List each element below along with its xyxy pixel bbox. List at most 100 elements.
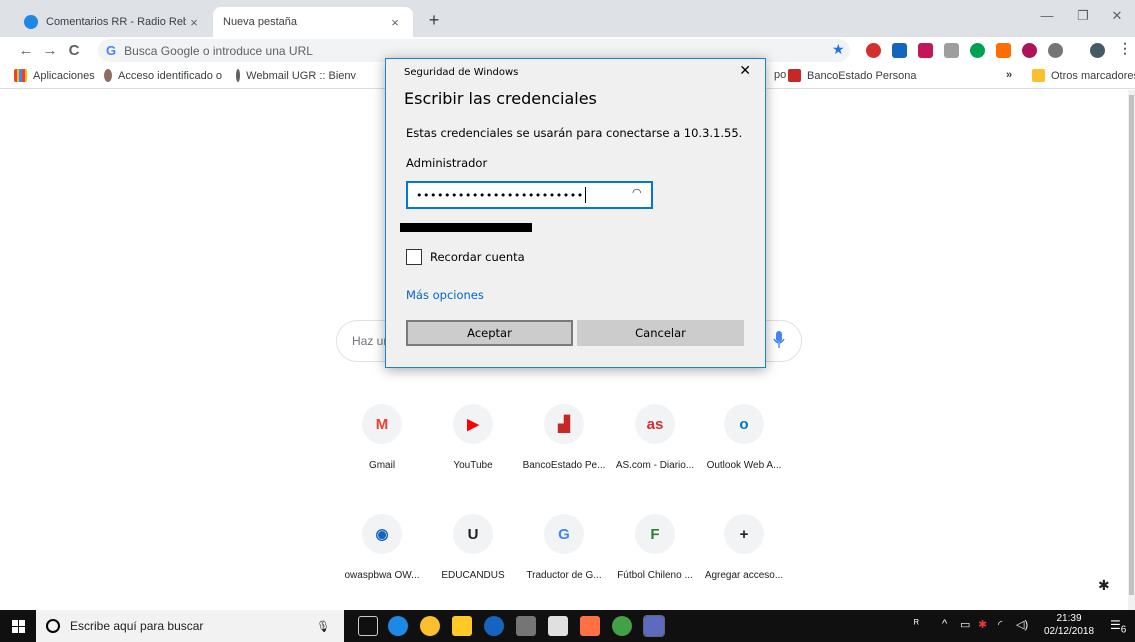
matlab-icon[interactable] [580,616,600,636]
checkbox-box[interactable] [406,249,422,265]
shortcut-tile[interactable]: as AS.com - Diario... [610,404,700,471]
shortcut-tile[interactable]: F Fútbol Chileno ... [610,514,700,581]
clock-date: 02/12/2018 [1043,626,1095,637]
extension-icon[interactable] [1048,43,1063,58]
redaction-bar [400,223,532,232]
shortcut-tile[interactable]: G Traductor de G... [519,514,609,581]
notification-count: 6 [1120,624,1127,636]
adblock-extension-icon[interactable] [866,43,881,58]
shortcut-favicon-icon: as [635,404,675,444]
shortcut-favicon-icon: U [453,514,493,554]
extension-icon[interactable] [1022,43,1037,58]
network-icon[interactable]: ✱ [978,618,987,631]
shortcut-tile[interactable]: + Agregar acceso... [699,514,789,581]
shortcut-label: AS.com - Diario... [615,460,695,471]
shortcut-favicon-icon: ▟ [544,404,584,444]
extension-icon[interactable] [996,43,1011,58]
reload-icon[interactable]: C [64,41,84,61]
new-tab-button[interactable]: + [424,11,444,31]
extension-icon[interactable] [918,43,933,58]
extension-icon[interactable] [892,43,907,58]
bookmark-label: Otros marcadores [1051,69,1135,82]
remember-account-checkbox[interactable]: Recordar cuenta [406,249,525,265]
people-icon[interactable]: ᴿ [914,618,919,630]
shortcut-tile[interactable]: ▶ YouTube [428,404,518,471]
tab-close-icon[interactable]: × [186,15,202,30]
shortcut-tile[interactable]: U EDUCANDUS [428,514,518,581]
wifi-icon[interactable]: ◜ [998,618,1002,631]
shortcut-tile[interactable]: o Outlook Web A... [699,404,789,471]
tab-title: Nueva pestaña [223,16,297,28]
shortcut-tile[interactable]: ▟ BancoEstado Pe... [519,404,609,471]
scrollbar-thumb[interactable] [1129,95,1134,595]
taskbar-clock[interactable]: 21:39 02/12/2018 [1040,612,1098,638]
chrome-icon[interactable] [420,616,440,636]
app-icon[interactable] [516,616,536,636]
app-icon[interactable] [484,616,504,636]
forward-arrow-icon[interactable]: → [40,41,60,61]
folder-icon [1032,69,1045,82]
menu-dots-icon[interactable]: ⋮ [1118,40,1132,57]
dialog-header: Seguridad de Windows [404,67,519,78]
cortana-icon [46,619,60,633]
action-center-icon[interactable]: ☰6 [1110,618,1126,635]
app-icon[interactable] [612,616,632,636]
bookmark-po[interactable]: po [774,69,786,81]
accept-button[interactable]: Aceptar [406,320,573,346]
windows-start-icon[interactable] [12,620,25,633]
bookmark-acceso-identificado[interactable]: Acceso identificado o [104,69,222,82]
shortcut-tile[interactable]: ◉ owaspbwa OW... [337,514,427,581]
password-field[interactable]: •••••••••••••••••••••••• [406,181,653,209]
task-view-icon[interactable] [358,616,378,636]
edge-icon[interactable] [388,616,408,636]
shortcut-favicon-icon: F [635,514,675,554]
bookmark-webmail-ugr[interactable]: Webmail UGR :: Bienv [236,69,356,82]
windows-security-dialog: Seguridad de Windows ✕ Escribir las cred… [385,58,766,368]
back-arrow-icon[interactable]: ← [16,41,36,61]
maximize-button[interactable]: ❐ [1068,8,1098,24]
remember-label: Recordar cuenta [430,250,525,264]
tab-strip: Comentarios RR - Radio Rebelde. × Nueva … [0,0,1135,37]
grammarly-extension-icon[interactable] [970,43,985,58]
close-window-button[interactable]: ✕ [1102,8,1132,24]
profile-avatar-icon[interactable] [1090,43,1105,58]
taskbar-search-box[interactable]: Escribe aquí para buscar 🎙 [36,610,344,642]
google-logo-icon: G [106,43,117,58]
shortcut-label: EDUCANDUS [441,570,505,581]
bookmark-star-icon[interactable]: ★ [832,41,845,58]
bookmarks-overflow-button[interactable]: » [1006,69,1012,81]
voice-search-mic-icon[interactable] [772,329,786,351]
windows-taskbar: Escribe aquí para buscar 🎙 ᴿ ^ ▭ ✱ ◜ ◁) … [0,610,1135,642]
shortcut-label: Gmail [368,460,396,471]
taskbar-search-placeholder: Escribe aquí para buscar [70,619,204,633]
tab-new-tab[interactable]: Nueva pestaña × [213,7,413,37]
more-options-link[interactable]: Más opciones [406,288,484,302]
shortcut-favicon-icon: + [724,514,764,554]
bookmark-bancoestado[interactable]: BancoEstado Persona [788,69,916,82]
shortcut-label: BancoEstado Pe... [522,460,606,471]
volume-icon[interactable]: ◁) [1016,618,1028,631]
apps-grid-icon [14,69,27,82]
customize-gear-icon[interactable]: ✱ [1098,577,1110,594]
shortcut-tile[interactable]: M Gmail [337,404,427,471]
reveal-password-eye-icon[interactable]: ◠ [632,186,642,199]
bookmark-label: Acceso identificado o [118,69,222,82]
bookmark-label: po [774,69,787,81]
cancel-button[interactable]: Cancelar [577,320,744,346]
file-explorer-icon[interactable] [452,616,472,636]
minimize-button[interactable]: — [1032,8,1062,23]
shortcut-favicon-icon: ◉ [362,514,402,554]
other-bookmarks-folder[interactable]: Otros marcadores [1032,69,1135,82]
extension-icon[interactable] [944,43,959,58]
tray-chevron-icon[interactable]: ^ [942,618,947,630]
credential-app-icon[interactable] [643,615,665,637]
bookmark-aplicaciones[interactable]: Aplicaciones [14,69,95,82]
battery-icon[interactable]: ▭ [960,618,970,631]
text-caret [584,187,586,203]
dialog-close-icon[interactable]: ✕ [739,63,751,79]
mail-icon[interactable] [548,616,568,636]
taskbar-mic-icon[interactable]: 🎙 [316,620,330,633]
tab-close-icon[interactable]: × [387,15,403,30]
tab-radio-rebelde[interactable]: Comentarios RR - Radio Rebelde. × [14,7,212,37]
bookmark-label: Aplicaciones [33,69,95,82]
